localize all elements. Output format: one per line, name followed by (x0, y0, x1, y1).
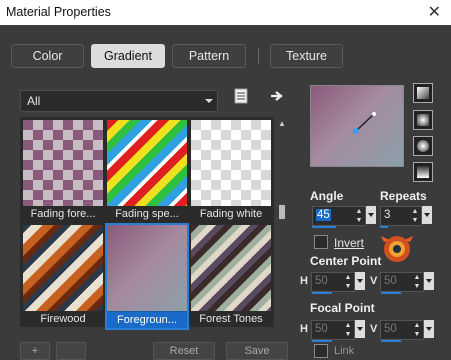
tab-gradient[interactable]: Gradient (91, 44, 165, 68)
radial-style-button[interactable] (413, 162, 433, 182)
focal-v-slider[interactable] (381, 340, 401, 342)
add-button[interactable]: + (20, 342, 50, 360)
link-label[interactable]: Link (334, 345, 354, 357)
gradient-preview[interactable] (310, 85, 404, 167)
radial-gradient-icon (417, 166, 429, 178)
rectangular-gradient-icon (417, 114, 429, 126)
focal-h-slider[interactable] (312, 340, 332, 342)
linear-gradient-icon (417, 87, 429, 99)
center-v-slider[interactable] (381, 292, 401, 294)
center-v-value[interactable]: 50 (384, 275, 397, 287)
chevron-down-icon (355, 272, 365, 290)
focal-h-label: H (300, 323, 308, 335)
center-h-label: H (300, 275, 308, 287)
chevron-down-icon (424, 320, 434, 338)
chevron-down-icon (205, 99, 213, 103)
focal-h-value[interactable]: 50 (315, 323, 328, 335)
rectangular-style-button[interactable] (413, 110, 433, 130)
angle-label: Angle (310, 189, 344, 203)
angle-handle-icon[interactable] (311, 86, 403, 166)
gradient-swatch (191, 225, 271, 311)
focal-h-spinner[interactable]: 50 ▲ ▼ (311, 320, 355, 340)
scroll-thumb[interactable] (279, 205, 285, 219)
focal-v-label: V (370, 323, 378, 335)
reset-button[interactable]: Reset (153, 342, 215, 360)
gallery-scrollbar[interactable]: ▲ (276, 117, 288, 327)
link-checkbox[interactable] (314, 344, 328, 358)
focal-point-label: Focal Point (310, 301, 375, 315)
invert-label[interactable]: Invert (334, 236, 364, 250)
tile-label: Firewood (40, 313, 86, 325)
angle-slider[interactable] (312, 226, 336, 228)
spinner-arrows-icon[interactable]: ▲ ▼ (409, 207, 421, 225)
gradient-tile[interactable]: Forest Tones (191, 225, 271, 328)
remove-button[interactable] (56, 342, 86, 360)
tile-label: Forest Tones (199, 313, 263, 325)
tile-label: Fading fore... (30, 208, 96, 220)
tile-label: Fading white (199, 208, 263, 220)
spinner-arrows-icon[interactable]: ▲ ▼ (342, 273, 354, 291)
chevron-down-icon (422, 206, 432, 224)
repeats-label: Repeats (380, 189, 427, 203)
title-bar: Material Properties ✕ (0, 0, 451, 25)
sunburst-style-button[interactable] (413, 136, 433, 156)
focal-v-spinner[interactable]: 50 ▲ ▼ (380, 320, 424, 340)
gradient-tile[interactable]: Fading spe... (107, 120, 187, 223)
tab-pattern[interactable]: Pattern (172, 44, 246, 68)
category-dropdown[interactable]: All (20, 90, 218, 112)
tab-color[interactable]: Color (11, 44, 84, 68)
arrow-right-icon[interactable] (270, 90, 284, 102)
window-title: Material Properties (6, 5, 111, 19)
spinner-arrows-icon[interactable]: ▲ ▼ (411, 321, 423, 339)
spinner-arrows-icon[interactable]: ▲ ▼ (342, 321, 354, 339)
category-value: All (27, 94, 41, 108)
spinner-arrows-icon[interactable]: ▲ ▼ (411, 273, 423, 291)
gradient-swatch (107, 225, 187, 311)
tab-texture[interactable]: Texture (270, 44, 343, 68)
gradient-gallery: Fading fore... Fading spe... Fading whit… (20, 117, 274, 330)
gradient-swatch (191, 120, 271, 206)
repeats-value[interactable]: 3 (384, 209, 390, 221)
focal-v-value[interactable]: 50 (384, 323, 397, 335)
center-point-label: Center Point (310, 254, 382, 268)
spinner-arrows-icon[interactable]: ▲ ▼ (353, 207, 365, 225)
tile-label: Fading spe... (115, 208, 179, 220)
gradient-tile-selected[interactable]: Foregroun... (105, 223, 189, 330)
tile-label: Foregroun... (107, 312, 187, 328)
gradient-swatch (107, 120, 187, 206)
center-h-slider[interactable] (312, 292, 332, 294)
document-icon[interactable] (234, 88, 248, 104)
gradient-swatch (23, 120, 103, 206)
center-v-spinner[interactable]: 50 ▲ ▼ (380, 272, 424, 292)
gradient-tile[interactable]: Fading white (191, 120, 271, 223)
gradient-tile[interactable]: Fading fore... (23, 120, 103, 223)
save-button[interactable]: Save (226, 342, 288, 360)
gradient-swatch (23, 225, 103, 311)
center-h-value[interactable]: 50 (315, 275, 328, 287)
gradient-tile[interactable]: Firewood (23, 225, 103, 328)
mascot-logo (381, 236, 413, 262)
center-v-label: V (370, 275, 378, 287)
scroll-up-icon[interactable]: ▲ (278, 119, 286, 128)
chevron-down-icon (424, 272, 434, 290)
chevron-down-icon (366, 206, 376, 224)
center-h-spinner[interactable]: 50 ▲ ▼ (311, 272, 355, 292)
close-icon[interactable]: ✕ (428, 2, 441, 22)
angle-value[interactable]: 45 (316, 209, 331, 221)
repeats-spinner[interactable]: 3 ▲ ▼ (380, 206, 422, 226)
linear-style-button[interactable] (413, 83, 433, 103)
invert-checkbox[interactable] (314, 235, 328, 249)
tab-separator (258, 48, 259, 64)
repeats-slider[interactable] (380, 226, 388, 228)
sunburst-gradient-icon (417, 140, 429, 152)
chevron-down-icon (355, 320, 365, 338)
angle-spinner[interactable]: 45 ▲ ▼ (312, 206, 366, 226)
